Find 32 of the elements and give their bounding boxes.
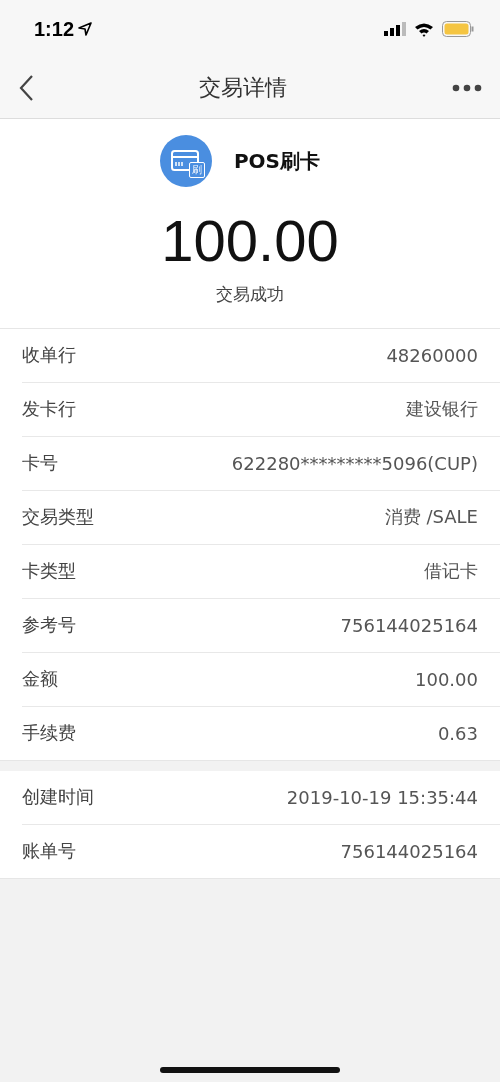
row-label: 发卡行 — [22, 397, 76, 422]
battery-icon — [442, 21, 474, 37]
more-icon[interactable] — [452, 84, 482, 92]
row-value: 0.63 — [437, 722, 478, 744]
row-value: 622280*********5096(CUP) — [231, 452, 478, 474]
row-label: 手续费 — [22, 721, 76, 746]
row-label: 参考号 — [22, 613, 76, 638]
back-icon[interactable] — [18, 74, 34, 102]
row-value: 756144025164 — [340, 840, 478, 862]
row-label: 账单号 — [22, 839, 76, 864]
card-badge: 刷 — [188, 162, 205, 178]
row-label: 交易类型 — [22, 505, 94, 530]
row-label: 卡类型 — [22, 559, 76, 584]
status-text: 交易成功 — [216, 282, 284, 306]
location-arrow-icon — [78, 22, 93, 36]
row-label: 收单行 — [22, 343, 76, 368]
row-value: 48260000 — [386, 344, 478, 366]
row-value: 2019-10-19 15:35:44 — [286, 786, 478, 808]
row-value: 756144025164 — [340, 614, 478, 636]
row-value: 借记卡 — [424, 559, 478, 584]
row-value: 100.00 — [415, 668, 478, 690]
wifi-icon — [414, 21, 434, 37]
row-label: 金额 — [22, 667, 58, 692]
row-label: 卡号 — [22, 451, 58, 476]
page-title: 交易详情 — [199, 74, 287, 102]
row-label: 创建时间 — [22, 785, 94, 810]
payment-method: POS刷卡 — [233, 147, 321, 175]
signal-icon — [384, 22, 406, 36]
row-value: 建设银行 — [406, 397, 478, 422]
status-time: 1:12 — [34, 17, 75, 41]
row-value: 消费 /SALE — [384, 505, 478, 530]
amount: 100.00 — [161, 209, 339, 273]
